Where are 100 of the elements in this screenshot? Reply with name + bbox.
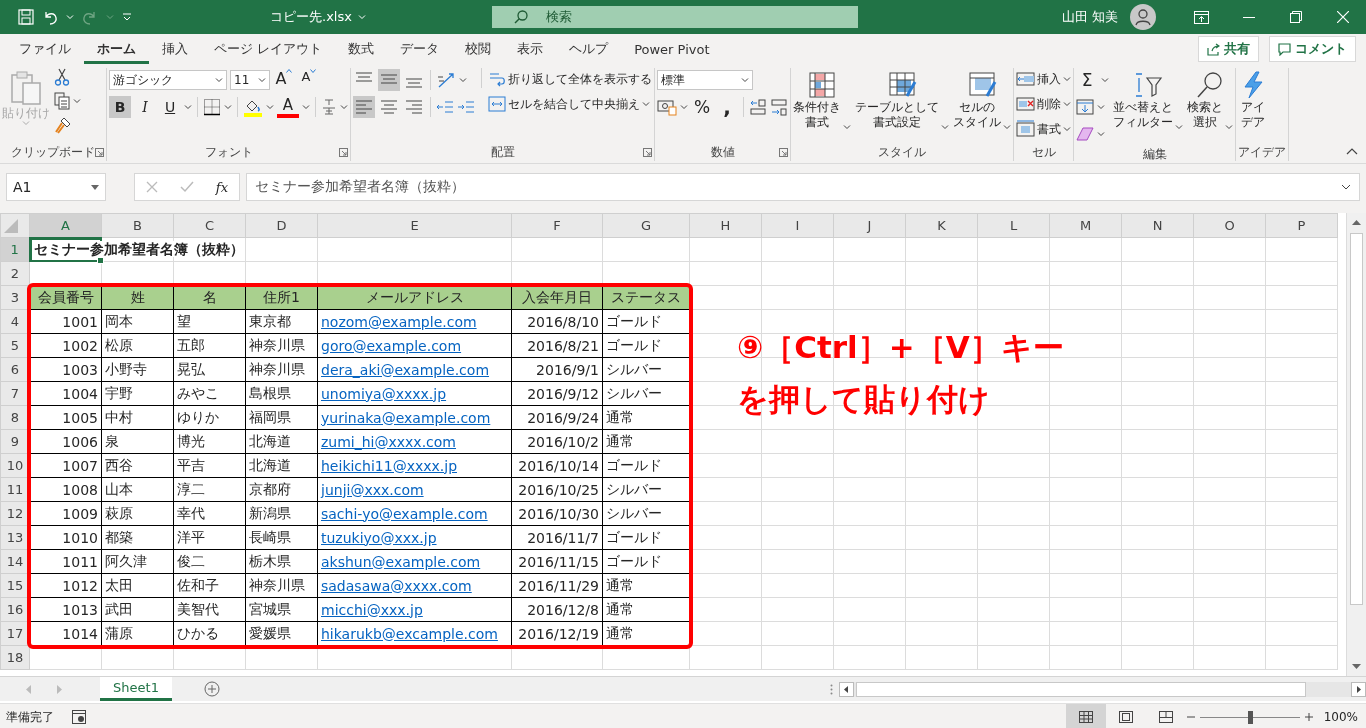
table-cell: 北海道 — [245, 429, 318, 454]
email-link[interactable]: akshun@example.com — [317, 549, 512, 574]
shrink-font-button[interactable]: A — [298, 69, 320, 91]
column-header[interactable]: D — [245, 213, 318, 238]
share-button[interactable]: 共有 — [1198, 36, 1259, 62]
delete-button[interactable]: 削除 — [1016, 93, 1071, 115]
ribbon-tab[interactable]: 校閲 — [452, 34, 505, 64]
grow-font-button[interactable]: A — [273, 69, 295, 91]
table-cell: 1005 — [29, 405, 102, 430]
column-header[interactable]: A — [29, 213, 102, 238]
table-cell: 晃弘 — [173, 357, 246, 382]
column-header[interactable]: F — [511, 213, 603, 238]
email-link[interactable]: zumi_hi@xxxx.com — [317, 429, 512, 454]
comma-style-button[interactable]: , — [716, 96, 738, 118]
ribbon-tab[interactable]: 数式 — [335, 34, 388, 64]
wrap-text-button[interactable]: 折り返して全体を表示する — [488, 68, 652, 90]
zoom-level[interactable]: 100% — [1323, 710, 1358, 724]
table-cell: メールアドレス — [317, 285, 512, 310]
group-label: 編集 — [1142, 146, 1167, 163]
font-color-button[interactable]: A — [277, 96, 299, 118]
email-link[interactable]: unomiya@xxxx.jp — [317, 381, 512, 406]
email-link[interactable]: junji@xxx.com — [317, 477, 512, 502]
table-cell: 福岡県 — [245, 405, 318, 430]
column-header[interactable]: B — [101, 213, 174, 238]
table-cell: 神奈川県 — [245, 573, 318, 598]
column-header[interactable]: J — [833, 213, 906, 238]
format-button[interactable]: 書式 — [1016, 118, 1071, 140]
table-cell: 2016/10/30 — [511, 501, 603, 526]
table-cell: 2016/9/12 — [511, 381, 603, 406]
bold-button[interactable]: B — [109, 96, 131, 118]
merge-center-button[interactable]: セルを結合して中央揃え — [488, 93, 652, 115]
ribbon-tab[interactable]: Power Pivot — [621, 34, 723, 64]
email-link[interactable]: yurinaka@example.com — [317, 405, 512, 430]
table-cell: 2016/9/24 — [511, 405, 603, 430]
table-cell: 新潟県 — [245, 501, 318, 526]
sheet-tab[interactable]: Sheet1 — [100, 677, 172, 701]
table-cell: 武田 — [101, 597, 174, 622]
table-cell: 2016/11/29 — [511, 573, 603, 598]
email-link[interactable]: sachi-yo@example.com — [317, 501, 512, 526]
column-header[interactable]: C — [173, 213, 246, 238]
conditional-formatting-button[interactable]: 条件付き 書式 — [793, 68, 851, 143]
table-cell: 2016/10/25 — [511, 477, 603, 502]
name-box[interactable]: A1 — [6, 173, 106, 201]
column-header[interactable]: L — [977, 213, 1050, 238]
row-header[interactable]: 18 — [0, 645, 30, 670]
column-header[interactable]: P — [1265, 213, 1338, 238]
table-cell: 俊二 — [173, 549, 246, 574]
ribbon-tab[interactable]: 表示 — [504, 34, 557, 64]
ribbon-tab[interactable]: 挿入 — [149, 34, 201, 64]
ribbon-tab[interactable]: ファイル — [6, 34, 84, 64]
column-header[interactable]: E — [317, 213, 512, 238]
column-header[interactable]: O — [1193, 213, 1266, 238]
row-header[interactable]: 2 — [0, 261, 30, 286]
email-link[interactable]: sadasawa@xxxx.com — [317, 573, 512, 598]
ribbon-tab[interactable]: データ — [387, 34, 453, 64]
autosum-button[interactable]: Σ — [1076, 69, 1098, 91]
number-format-dropdown[interactable]: 標準 — [657, 70, 753, 90]
table-cell: 2016/8/21 — [511, 333, 603, 358]
cell-styles-button[interactable]: セルの スタイル — [953, 68, 1011, 143]
email-link[interactable]: heikichi11@xxxx.jp — [317, 453, 512, 478]
formula-field[interactable]: セミナー参加希望者名簿（抜粋） — [246, 173, 1360, 201]
comment-button[interactable]: コメント — [1269, 36, 1356, 62]
table-cell: 都築 — [101, 525, 174, 550]
column-header[interactable]: K — [905, 213, 978, 238]
ribbon-tab[interactable]: ヘルプ — [556, 34, 622, 64]
format-as-table-button[interactable]: テーブルとして 書式設定 — [855, 68, 949, 143]
email-link[interactable]: nozom@example.com — [317, 309, 512, 334]
email-link[interactable]: tuzukiyo@xxx.jp — [317, 525, 512, 550]
email-link[interactable]: micchi@xxx.jp — [317, 597, 512, 622]
table-cell: 太田 — [101, 573, 174, 598]
table-cell: 小野寺 — [101, 357, 174, 382]
table-cell: 西谷 — [101, 453, 174, 478]
email-link[interactable]: dera_aki@example.com — [317, 357, 512, 382]
find-select-button[interactable]: 検索と 選択 — [1187, 68, 1233, 146]
percent-button[interactable]: % — [691, 96, 713, 118]
font-name-dropdown[interactable]: 游ゴシック — [109, 70, 227, 90]
table-cell: 1012 — [29, 573, 102, 598]
ribbon-tab[interactable]: ページ レイアウト — [201, 34, 336, 64]
column-header[interactable]: H — [689, 213, 762, 238]
email-link[interactable]: goro@example.com — [317, 333, 512, 358]
column-header[interactable]: G — [602, 213, 690, 238]
insert-function-button[interactable]: fx — [215, 179, 228, 195]
table-cell: 1004 — [29, 381, 102, 406]
row-header[interactable]: 1 — [0, 237, 30, 262]
table-cell: 淳二 — [173, 477, 246, 502]
column-header[interactable]: N — [1121, 213, 1194, 238]
column-header[interactable]: M — [1049, 213, 1122, 238]
ideas-button[interactable]: アイ デア — [1238, 68, 1268, 143]
search-field[interactable]: 検索 — [492, 6, 858, 28]
table-cell: 神奈川県 — [245, 357, 318, 382]
sort-filter-button[interactable]: 並べ替えと フィルター — [1113, 68, 1183, 146]
insert-button[interactable]: 挿入 — [1016, 68, 1071, 90]
underline-button[interactable]: U — [159, 96, 181, 118]
italic-button[interactable]: I — [134, 96, 156, 118]
table-cell: 東京都 — [245, 309, 318, 334]
table-cell: 2016/9/1 — [511, 357, 603, 382]
table-cell: 1008 — [29, 477, 102, 502]
column-header[interactable]: I — [761, 213, 834, 238]
font-size-dropdown[interactable]: 11 — [230, 70, 270, 90]
group-label: 数値 — [710, 143, 735, 161]
